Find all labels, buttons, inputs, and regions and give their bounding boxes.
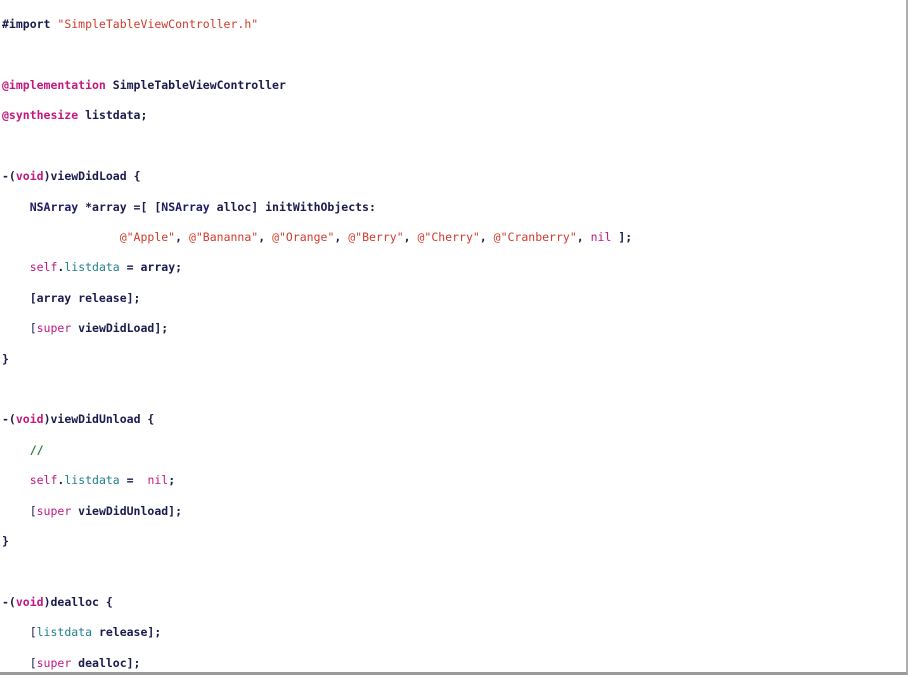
code-line: } <box>2 351 9 366</box>
code-line: [array release]; <box>2 290 141 305</box>
code-listing[interactable]: #import "SimpleTableViewController.h" @i… <box>0 0 888 672</box>
code-line: -(void)viewDidUnload { <box>2 412 155 427</box>
code-line: self.listdata = nil; <box>29 473 176 488</box>
code-viewer: #import "SimpleTableViewController.h" @i… <box>0 0 908 675</box>
code-line: NSArray *array =[ [NSArray alloc] initWi… <box>29 199 376 214</box>
code-line: @synthesize listdata; <box>2 108 148 123</box>
code-line: } <box>2 534 9 549</box>
code-line: #import "SimpleTableViewController.h" <box>2 17 259 32</box>
code-line: @"Apple", @"Bananna", @"Orange", @"Berry… <box>119 230 633 245</box>
code-line: // <box>29 442 44 457</box>
code-line: -(void)viewDidLoad { <box>2 169 141 184</box>
code-line: -(void)dealloc { <box>2 594 113 609</box>
code-line: [super viewDidLoad]; <box>2 321 169 336</box>
code-line: [listdata release]; <box>2 625 162 640</box>
code-line: [super dealloc]; <box>2 655 141 670</box>
code-line: [super viewDidUnload]; <box>2 503 183 518</box>
code-line: self.listdata = array; <box>29 260 183 275</box>
code-line: @implementation SimpleTableViewControlle… <box>2 78 286 93</box>
